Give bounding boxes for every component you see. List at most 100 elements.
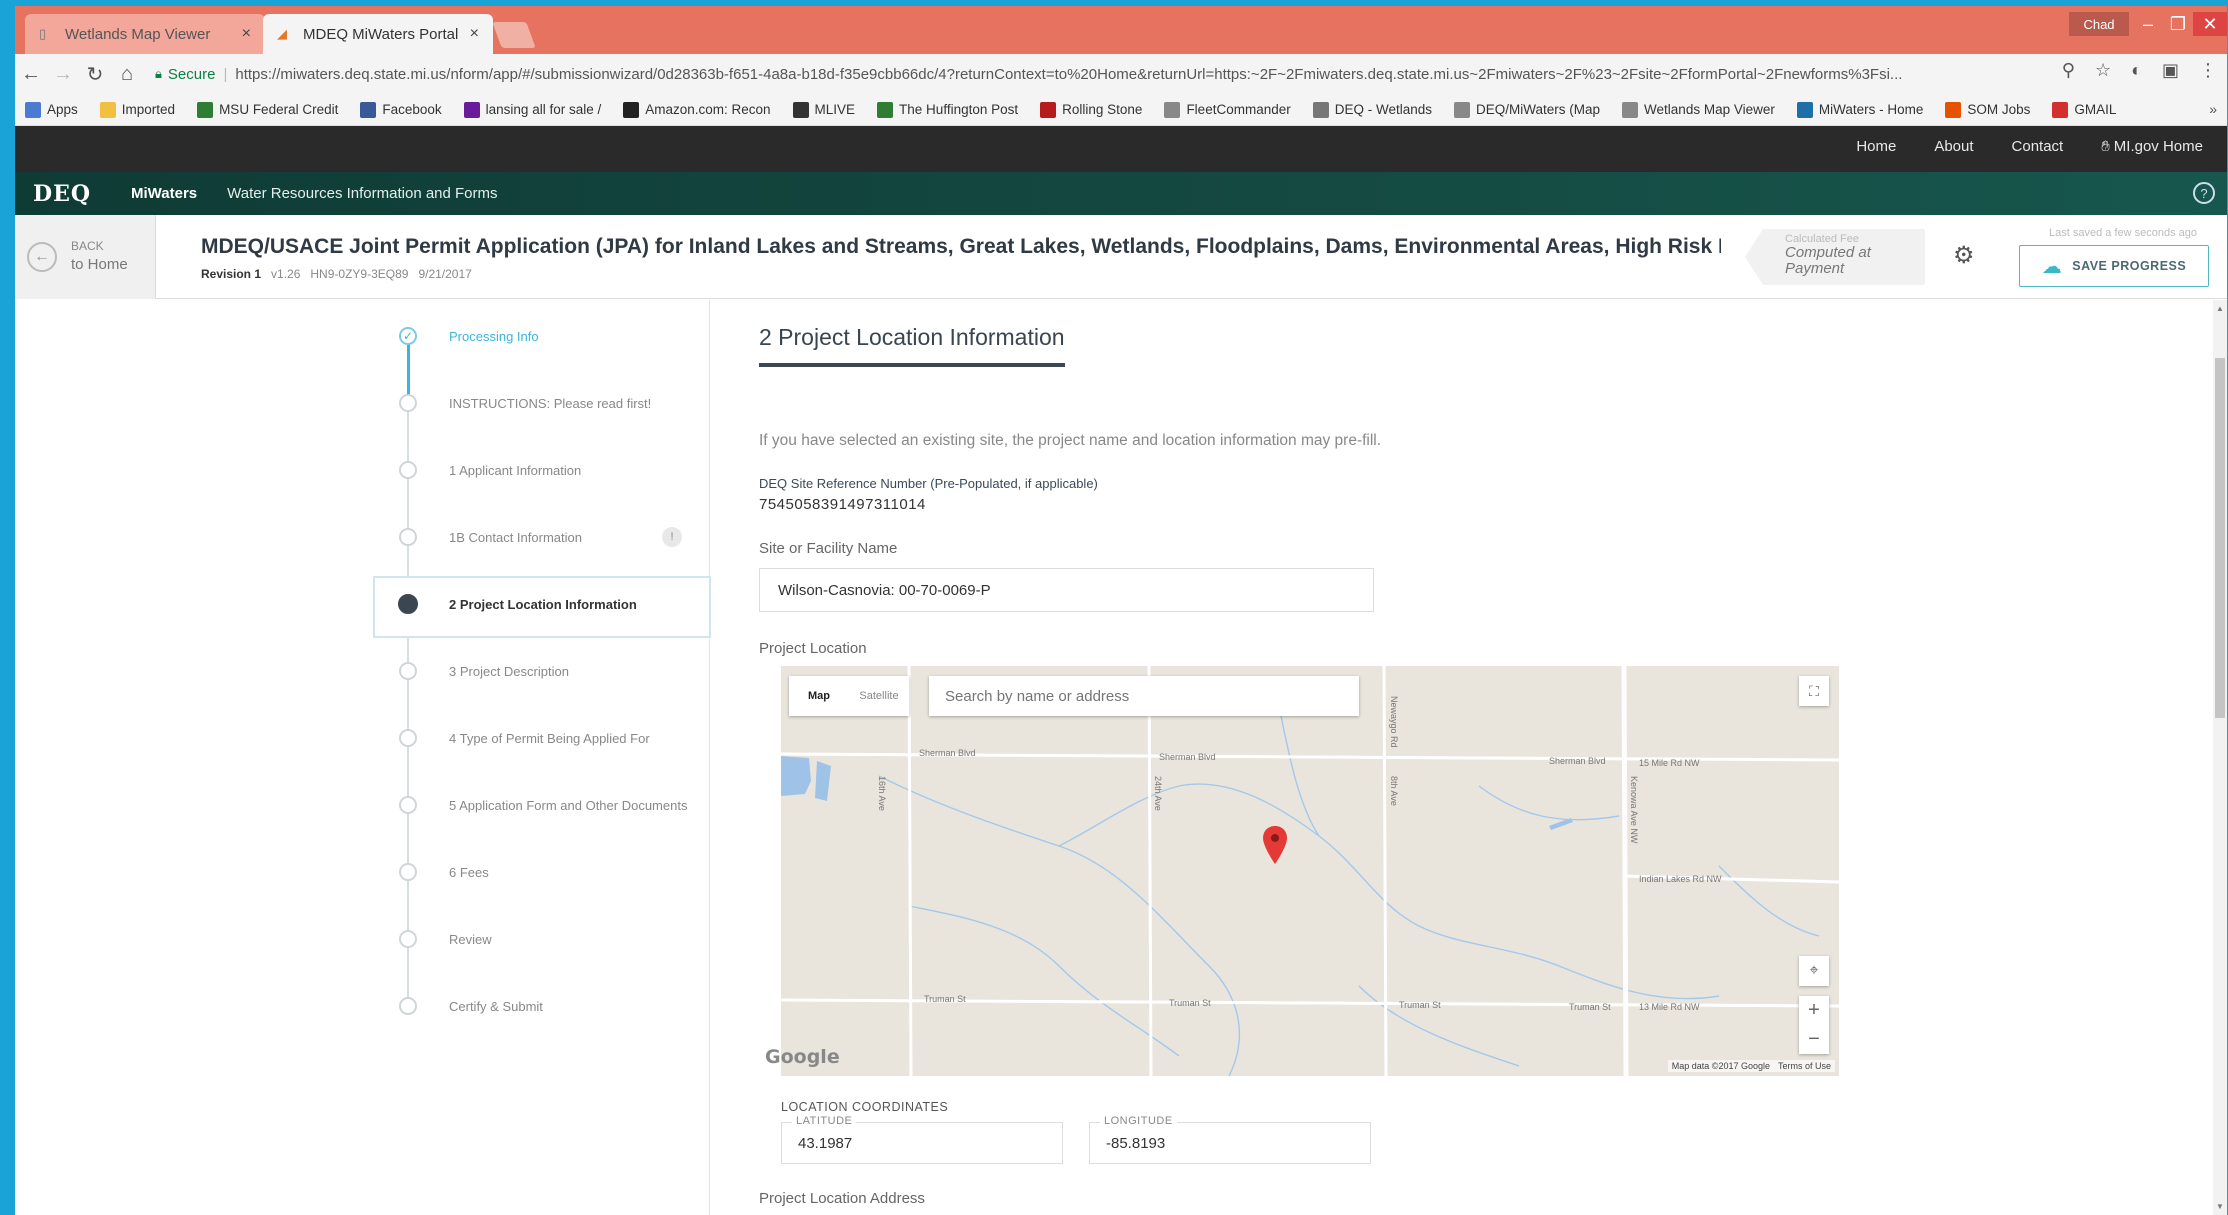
nav-home-link[interactable]: Home xyxy=(1856,138,1896,155)
scroll-thumb[interactable] xyxy=(2215,358,2225,718)
zoom-out-icon[interactable]: − xyxy=(1799,1025,1829,1054)
terms-of-use-link[interactable]: Terms of Use xyxy=(1778,1061,1831,1071)
zoom-in-icon[interactable]: + xyxy=(1799,996,1829,1025)
bookmark-item[interactable]: Amazon.com: Recon xyxy=(623,101,771,118)
som-icon xyxy=(1945,101,1962,118)
tab-miwaters-portal[interactable]: ◢ MDEQ MiWaters Portal × xyxy=(263,14,493,54)
gear-icon[interactable]: ⚙ xyxy=(1953,241,1975,270)
close-window-icon[interactable]: ✕ xyxy=(2193,12,2227,36)
scroll-up-arrow-icon[interactable]: ▲ xyxy=(2216,304,2224,313)
menu-kebab-icon[interactable]: ⋮ xyxy=(2199,60,2217,81)
migov-label: MI.gov Home xyxy=(2113,138,2203,155)
bookmark-item[interactable]: SOM Jobs xyxy=(1945,101,2030,118)
mlive-icon xyxy=(792,101,809,118)
reload-icon[interactable]: ↻ xyxy=(79,62,111,87)
form-code: HN9-0ZY9-3EQ89 xyxy=(310,267,409,281)
google-logo: Google xyxy=(765,1046,840,1068)
bookmark-label: DEQ/MiWaters (Map xyxy=(1476,102,1601,117)
home-icon[interactable]: ⌂ xyxy=(111,63,143,86)
fullscreen-icon[interactable]: ⛶ xyxy=(1799,676,1829,706)
zoom-search-icon[interactable]: ⚲ xyxy=(2062,60,2075,81)
extension-icon[interactable]: ◐ xyxy=(2131,60,2142,81)
lock-icon: 🔒︎ xyxy=(155,66,162,81)
longitude-field[interactable]: LONGITUDE -85.8193 xyxy=(1089,1115,1371,1164)
bookmark-label: MLIVE xyxy=(814,102,856,117)
maximize-icon[interactable]: ❐ xyxy=(2163,12,2193,36)
current-step-dot-icon xyxy=(398,594,418,614)
michigan-icon: ✋︎ xyxy=(2101,138,2110,155)
bookmark-item[interactable]: Imported xyxy=(99,101,176,118)
project-location-address-label: Project Location Address xyxy=(759,1190,925,1207)
map-type-map-button[interactable]: Map xyxy=(789,690,849,702)
address-bar[interactable]: 🔒︎ Secure | https://miwaters.deq.state.m… xyxy=(155,59,2075,89)
wizard-step-label: 1 Applicant Information xyxy=(449,462,582,478)
site-name-input[interactable] xyxy=(759,568,1374,612)
form-version: v1.26 xyxy=(271,267,301,281)
bookmark-label: Rolling Stone xyxy=(1062,102,1143,117)
road-label: Kenowa Ave NW xyxy=(1629,776,1639,844)
back-to-home-button[interactable]: ← BACK to Home xyxy=(15,215,156,299)
map-type-satellite-button[interactable]: Satellite xyxy=(849,690,909,702)
tab-wetlands-map-viewer[interactable]: ▯ Wetlands Map Viewer × xyxy=(25,14,265,54)
browser-toolbar: ← → ↻ ⌂ 🔒︎ Secure | https://miwaters.deq… xyxy=(15,54,2227,94)
bookmark-item[interactable]: Rolling Stone xyxy=(1040,101,1143,118)
project-location-map[interactable]: Sherman Blvd Sherman Blvd Sherman Blvd 1… xyxy=(759,666,1839,1076)
check-circle-icon: ✓ xyxy=(399,327,417,345)
bookmark-item[interactable]: Wetlands Map Viewer xyxy=(1622,101,1775,118)
site-reference-value: 7545058391497311014 xyxy=(759,496,926,513)
road-label: Truman St xyxy=(1169,998,1211,1008)
cast-icon[interactable]: ▣ xyxy=(2162,60,2179,81)
step-circle-icon xyxy=(399,997,417,1015)
minimize-icon[interactable]: – xyxy=(2133,12,2163,36)
close-tab-icon[interactable]: × xyxy=(242,25,251,43)
form-header: ← BACK to Home MDEQ/USACE Joint Permit A… xyxy=(15,215,2227,299)
bookmark-item[interactable]: MLIVE xyxy=(792,101,856,118)
bookmark-item[interactable]: MiWaters - Home xyxy=(1796,101,1923,118)
scroll-down-arrow-icon[interactable]: ▼ xyxy=(2216,1202,2224,1211)
bookmark-item[interactable]: MSU Federal Credit xyxy=(197,101,339,118)
longitude-value: -85.8193 xyxy=(1106,1135,1166,1152)
save-progress-button[interactable]: ☁ SAVE PROGRESS xyxy=(2019,245,2209,287)
back-text: BACK to Home xyxy=(71,239,128,274)
forward-arrow-icon[interactable]: → xyxy=(47,63,79,86)
star-bookmark-icon[interactable]: ☆ xyxy=(2095,60,2111,81)
page-scrollbar[interactable]: ▲ ▼ xyxy=(2213,300,2227,1215)
latitude-label: LATITUDE xyxy=(792,1115,857,1127)
bookmark-label: Imported xyxy=(121,102,176,117)
back-circle-arrow-icon: ← xyxy=(27,242,57,272)
close-tab-icon[interactable]: × xyxy=(470,25,479,43)
bookmark-label: MSU Federal Credit xyxy=(219,102,339,117)
help-icon[interactable]: ? xyxy=(2193,182,2215,204)
back-arrow-icon[interactable]: ← xyxy=(15,63,47,86)
location-marker-icon[interactable] xyxy=(1263,826,1287,864)
bookmark-item[interactable]: Apps xyxy=(25,101,78,118)
road-label: Newaygo Rd xyxy=(1389,696,1399,748)
wizard-step-label: 4 Type of Permit Being Applied For xyxy=(449,730,650,746)
latitude-field[interactable]: LATITUDE 43.1987 xyxy=(781,1115,1063,1164)
secure-indicator[interactable]: 🔒︎ Secure xyxy=(155,66,215,83)
miwaters-brand[interactable]: MiWaters xyxy=(131,185,197,202)
warning-badge-icon: ! xyxy=(662,527,682,547)
map-search-input[interactable] xyxy=(929,676,1359,716)
nav-contact-link[interactable]: Contact xyxy=(2012,138,2064,155)
migov-home-link[interactable]: ✋︎ MI.gov Home xyxy=(2101,138,2203,155)
wizard-step-label: Processing Info xyxy=(449,328,539,344)
wizard-step-label: Review xyxy=(449,931,492,947)
bookmark-item[interactable]: lansing all for sale / xyxy=(463,101,601,118)
bookmark-item[interactable]: GMAIL xyxy=(2052,101,2116,118)
bookmark-item[interactable]: The Huffington Post xyxy=(877,101,1018,118)
my-location-icon[interactable]: ⌖ xyxy=(1799,956,1829,986)
bookmark-item[interactable]: DEQ/MiWaters (Map xyxy=(1454,101,1601,118)
profile-button[interactable]: Chad xyxy=(2069,12,2129,36)
new-tab-button[interactable] xyxy=(492,22,536,48)
more-bookmarks-icon[interactable]: » xyxy=(2209,101,2217,117)
bookmark-item[interactable]: Facebook xyxy=(360,101,442,118)
wizard-step-label: 1B Contact Information xyxy=(449,529,582,545)
bookmark-item[interactable]: FleetCommander xyxy=(1164,101,1291,118)
nav-about-link[interactable]: About xyxy=(1934,138,1973,155)
wizard-steps-panel: ✓ Processing Info INSTRUCTIONS: Please rea… xyxy=(15,300,711,1215)
bookmark-item[interactable]: DEQ - Wetlands xyxy=(1312,101,1432,118)
step-circle-icon xyxy=(399,796,417,814)
deq-logo[interactable]: DEQ xyxy=(33,181,91,207)
location-coordinates-title: LOCATION COORDINATES xyxy=(781,1100,949,1114)
